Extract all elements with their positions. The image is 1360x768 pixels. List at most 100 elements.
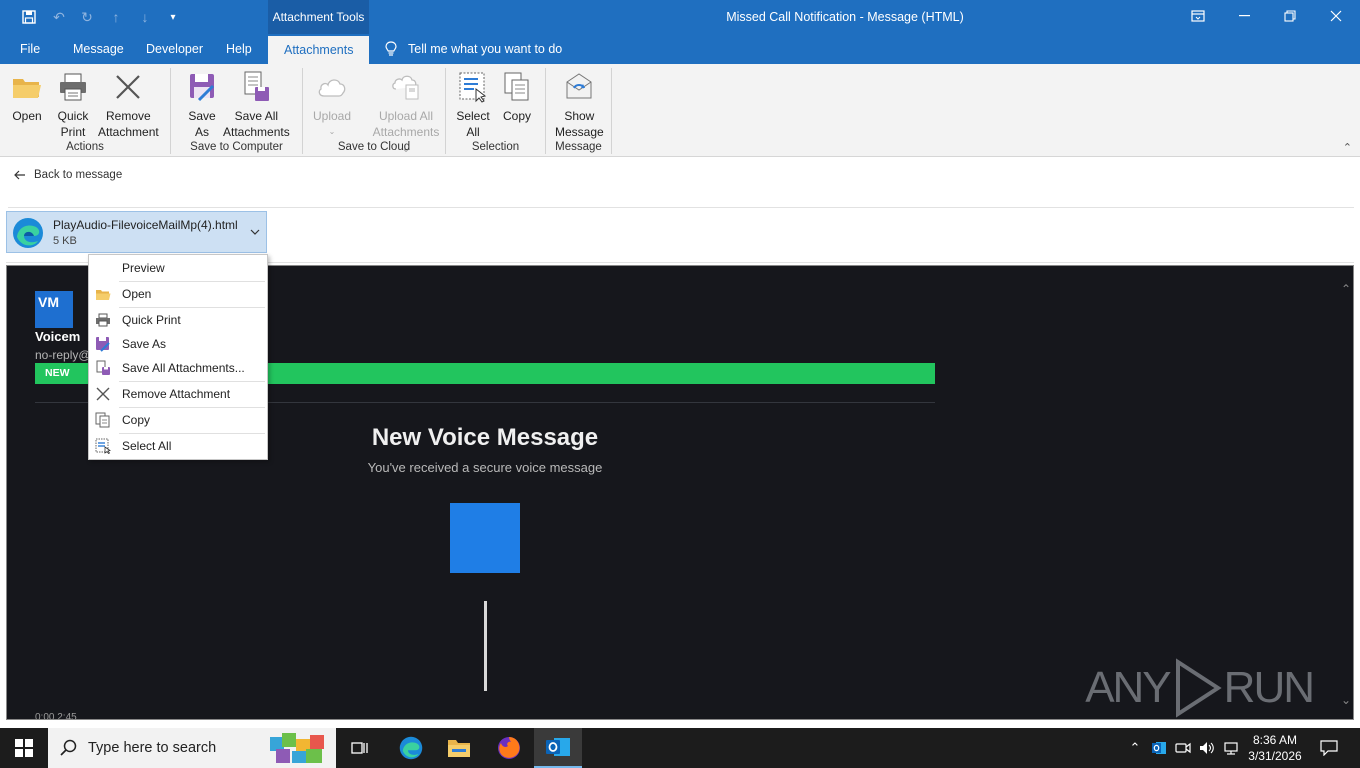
scroll-up-icon[interactable]: ⌃	[1341, 282, 1351, 296]
task-view-icon[interactable]	[336, 728, 384, 768]
back-to-message-link[interactable]: Back to message	[14, 169, 122, 181]
menu-item-select-all[interactable]: Select All	[90, 434, 267, 458]
open-button[interactable]: Open	[10, 70, 44, 124]
previous-item-icon[interactable]: ↑	[105, 7, 127, 27]
voice-message-title: New Voice Message	[371, 424, 599, 451]
select-all-icon	[94, 437, 112, 455]
edge-browser-icon	[12, 217, 44, 249]
windows-taskbar: Type here to search ⌃ 8:36 AM 3/31/2026	[0, 728, 1360, 768]
voice-message-subtitle: You've received a secure voice message	[367, 460, 603, 475]
anyrun-watermark: ANY RUN	[1085, 658, 1315, 718]
taskbar-search-box[interactable]: Type here to search	[48, 728, 336, 768]
copy-icon	[94, 411, 112, 429]
scroll-down-icon[interactable]: ⌄	[1341, 693, 1351, 707]
title-bar: ↶ ↻ ↑ ↓ ▾ Attachment Tools Missed Call N…	[0, 0, 1360, 34]
cloud-upload-icon	[315, 70, 349, 104]
meet-now-icon[interactable]	[1172, 728, 1194, 768]
remove-x-icon	[111, 70, 145, 104]
outlook-taskbar-icon[interactable]	[534, 728, 582, 768]
back-arrow-icon	[14, 170, 25, 180]
edge-taskbar-icon[interactable]	[387, 728, 435, 768]
attachment-name: PlayAudio-FilevoiceMailMp(4).html	[53, 218, 238, 232]
collapse-ribbon-icon[interactable]: ⌃	[1343, 141, 1352, 154]
folder-icon	[94, 285, 112, 303]
attachment-tools-context-label: Attachment Tools	[268, 0, 369, 34]
back-bar: Back to message	[0, 158, 1360, 208]
clock-date: 3/31/2026	[1248, 749, 1302, 763]
group-message: Show Message Message	[546, 68, 612, 154]
sender-address: no-reply@	[35, 348, 91, 362]
volume-icon[interactable]	[1196, 728, 1218, 768]
select-all-icon	[456, 70, 490, 104]
ribbon-tab-bar: File Message Developer Help Attachments …	[0, 34, 1360, 64]
window-title: Missed Call Notification - Message (HTML…	[726, 10, 964, 24]
upload-button[interactable]: Upload ⌄	[313, 70, 351, 140]
save-all-attachments-button[interactable]: Save All Attachments	[223, 70, 290, 140]
menu-item-remove-attachment[interactable]: Remove Attachment	[90, 382, 267, 406]
customize-qat-icon[interactable]: ▾	[162, 7, 184, 27]
save-icon[interactable]	[18, 7, 40, 27]
close-icon	[94, 385, 112, 403]
save-as-icon	[94, 335, 112, 353]
copy-button[interactable]: Copy	[500, 70, 534, 124]
attachment-dropdown-icon[interactable]	[250, 226, 260, 238]
tab-attachments[interactable]: Attachments	[268, 36, 370, 64]
file-explorer-icon[interactable]	[435, 728, 483, 768]
clock-time: 8:36 AM	[1252, 733, 1298, 747]
search-highlight-image-icon	[270, 733, 324, 763]
tab-file[interactable]: File	[20, 34, 40, 64]
save-as-icon	[185, 70, 219, 104]
attachment-chip[interactable]: PlayAudio-FilevoiceMailMp(4).html 5 KB	[6, 211, 267, 253]
tell-me-text: Tell me what you want to do	[408, 42, 563, 56]
firefox-icon[interactable]	[485, 728, 533, 768]
minimize-icon[interactable]	[1221, 0, 1267, 32]
group-actions: Open Quick Print Remove Attachment Actio…	[0, 68, 171, 154]
group-label-actions: Actions	[66, 141, 104, 153]
tab-message[interactable]: Message	[73, 34, 124, 64]
tell-me-search[interactable]: Tell me what you want to do	[384, 34, 562, 64]
next-item-icon[interactable]: ↓	[134, 7, 156, 27]
group-selection: Select All Copy Selection	[446, 68, 546, 154]
redo-icon[interactable]: ↻	[76, 7, 98, 27]
taskbar-clock[interactable]: 8:36 AM 3/31/2026	[1248, 732, 1302, 764]
tab-help[interactable]: Help	[226, 34, 252, 64]
folder-icon	[10, 70, 44, 104]
menu-item-copy[interactable]: Copy	[90, 408, 267, 432]
show-hidden-icons-icon[interactable]: ⌃	[1124, 728, 1146, 768]
menu-item-quick-print[interactable]: Quick Print	[90, 308, 267, 332]
group-save-to-cloud: Upload ⌄ Upload All Attachments ⌄ Save t…	[303, 68, 446, 155]
ribbon: Open Quick Print Remove Attachment Actio…	[0, 64, 1360, 157]
quick-print-button[interactable]: Quick Print	[56, 70, 90, 140]
close-icon[interactable]	[1313, 0, 1359, 32]
undo-icon[interactable]: ↶	[48, 7, 70, 27]
select-all-button[interactable]: Select All	[456, 70, 490, 140]
menu-item-save-all-attachments[interactable]: Save All Attachments...	[90, 356, 267, 380]
outlook-tray-icon[interactable]	[1148, 728, 1170, 768]
start-button[interactable]	[0, 728, 48, 768]
menu-item-save-as[interactable]: Save As	[90, 332, 267, 356]
tab-developer[interactable]: Developer	[146, 34, 203, 64]
play-button[interactable]	[450, 503, 520, 573]
network-icon[interactable]	[1220, 728, 1242, 768]
audio-duration: 0:00 2:45	[35, 712, 77, 720]
save-as-button[interactable]: Save As	[185, 70, 219, 140]
notifications-icon[interactable]	[1314, 728, 1344, 768]
group-label-selection: Selection	[471, 141, 520, 153]
search-icon	[60, 739, 77, 756]
menu-item-open[interactable]: Open	[90, 282, 267, 306]
windows-logo-icon	[15, 739, 33, 757]
show-message-button[interactable]: Show Message	[555, 70, 604, 140]
avatar: VM	[35, 291, 73, 328]
watermark-text-any: ANY	[1085, 663, 1171, 712]
audio-progress-line	[484, 601, 487, 691]
cloud-upload-all-icon	[389, 70, 423, 104]
group-save-to-computer: Save As Save All Attachments Save to Com…	[171, 68, 303, 154]
group-label-save-to-computer: Save to Computer	[190, 141, 283, 153]
new-badge: NEW	[45, 367, 70, 379]
remove-attachment-button[interactable]: Remove Attachment	[98, 70, 159, 140]
group-label-save-to-cloud: Save to Cloud	[337, 141, 411, 153]
menu-item-preview[interactable]: Preview	[90, 256, 267, 280]
ribbon-display-options-icon[interactable]	[1175, 0, 1221, 32]
restore-icon[interactable]	[1267, 0, 1313, 32]
copy-icon	[500, 70, 534, 104]
